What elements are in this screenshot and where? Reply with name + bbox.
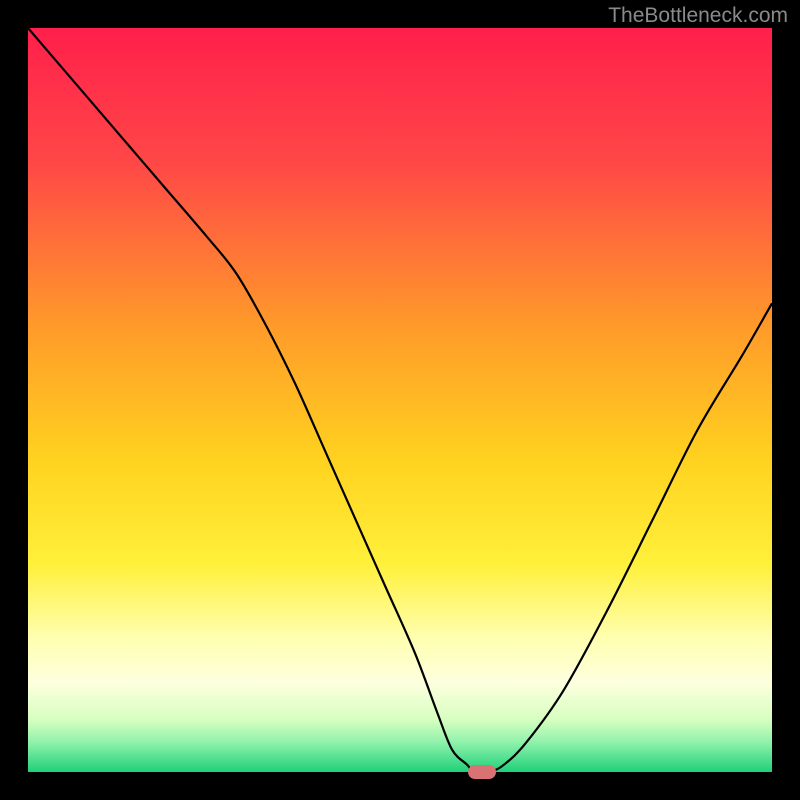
bottleneck-curve [28,28,772,772]
plot-area [28,28,772,772]
optimum-marker [468,765,496,779]
watermark-text: TheBottleneck.com [608,4,788,28]
